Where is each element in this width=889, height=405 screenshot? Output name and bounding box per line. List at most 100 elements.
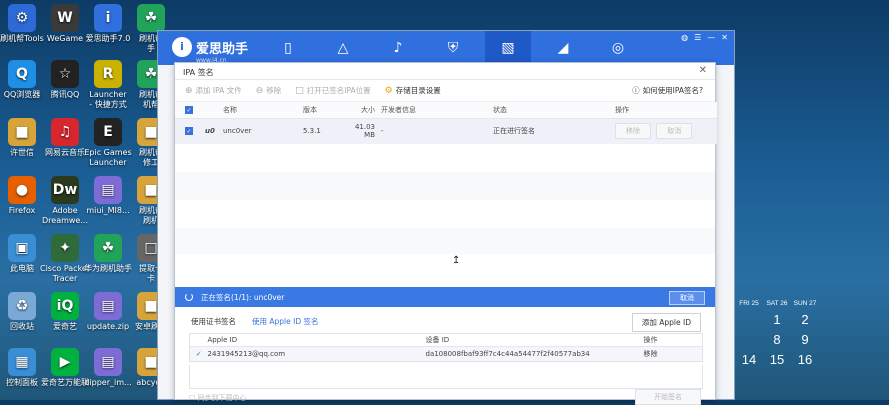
thispc-icon: ▣	[8, 234, 36, 262]
col-appleid: Apple ID	[207, 333, 426, 347]
col-name[interactable]: 名称	[223, 102, 303, 119]
ringtone-icon[interactable]: ♪	[375, 31, 421, 65]
netease-icon: ♫	[51, 118, 79, 146]
epic-icon: E	[94, 118, 122, 146]
cisco-icon: ✦	[51, 234, 79, 262]
cal-date[interactable]: 2	[791, 312, 819, 327]
acct-check-header	[189, 333, 208, 347]
sync-label: 同步到下载中心	[197, 394, 247, 402]
cal-date[interactable]: 8	[763, 332, 791, 347]
calendar-header: FRI 25 SAT 26 SUN 27	[735, 300, 889, 307]
row-cancel-button[interactable]: 取消	[656, 123, 693, 140]
row-checkbox[interactable]: ✓	[185, 127, 193, 136]
cal-date[interactable]: 15	[763, 352, 791, 367]
help-label: 如何使用IPA签名?	[642, 86, 703, 95]
appleid-table-empty	[189, 365, 703, 389]
calendar-widget: FRI 25 SAT 26 SUN 27 1 2 8 9 14 15 16	[735, 300, 889, 400]
recycle-icon: ♻	[8, 292, 36, 320]
close-window-icon[interactable]: ✕	[721, 33, 728, 42]
col-developer[interactable]: 开发者信息	[381, 102, 493, 119]
icon-header	[205, 102, 223, 119]
col-action: 操作	[615, 102, 717, 119]
sync-checkbox[interactable]: ☐ 同步到下载中心	[189, 393, 247, 403]
phone-icon[interactable]: ▯	[265, 31, 311, 65]
minimize-icon[interactable]: —	[707, 33, 715, 42]
graduation-icon[interactable]: ◢	[540, 31, 586, 65]
cal-date[interactable]: 9	[791, 332, 819, 347]
dipper-icon: ▤	[94, 348, 122, 376]
check-icon[interactable]: ✓	[189, 346, 208, 362]
add-ipa-label: 添加 IPA 文件	[195, 86, 242, 95]
sign-method-tabs: 使用证书签名 使用 Apple ID 签名	[191, 316, 319, 327]
remove-button[interactable]: ⊖ 移除	[256, 85, 282, 96]
help-link[interactable]: ⓘ 如何使用IPA签名?	[632, 85, 703, 96]
tools-icon: ⚙	[8, 4, 36, 32]
mouse-cursor-icon: ↥	[452, 255, 461, 266]
dialog-toolbar: ⊕ 添加 IPA 文件 ⊖ 移除 □ 打开已签名IPA位置 ⚙ 存储目录设置 ⓘ…	[175, 80, 715, 102]
table-row[interactable]: ✓ 2431945213@qq.com da108008fbaf93ff7c4c…	[189, 346, 703, 362]
toolbox-icon[interactable]: ▧	[485, 31, 531, 65]
row-actions: 移除 取消	[615, 118, 717, 144]
app-icon: u0	[205, 118, 223, 144]
select-all-cell[interactable]: ✓	[175, 102, 205, 119]
cal-date[interactable]: 1	[763, 312, 791, 327]
skin-icon[interactable]: ◍	[681, 33, 688, 42]
tab-cert-sign[interactable]: 使用证书签名	[191, 316, 236, 327]
open-signed-folder-button[interactable]: □ 打开已签名IPA位置	[295, 85, 370, 96]
gear-icon: ⚙	[384, 85, 393, 96]
control-icon: ▦	[8, 348, 36, 376]
file-name: unc0ver	[223, 118, 303, 144]
col-size[interactable]: 大小	[351, 102, 381, 119]
open-folder-label: 打开已签名IPA位置	[306, 86, 371, 95]
col-acct-action: 操作	[643, 333, 703, 347]
window-controls[interactable]: ◍ ☰ — ✕	[681, 33, 728, 42]
select-all-checkbox[interactable]: ✓	[185, 105, 193, 114]
ipa-sign-dialog: IPA 签名 ✕ ⊕ 添加 IPA 文件 ⊖ 移除 □ 打开已签名IPA位置 ⚙…	[174, 62, 717, 405]
col-version[interactable]: 版本	[303, 102, 351, 119]
file-version: 5.3.1	[303, 118, 351, 144]
add-appleid-button[interactable]: 添加 Apple ID	[631, 313, 701, 332]
menu-icon[interactable]: ☰	[694, 33, 701, 42]
save-dir-label: 存储目录设置	[395, 86, 441, 95]
shield-icon[interactable]: ⛨	[430, 31, 476, 65]
acct-remove-button[interactable]: 移除	[643, 346, 703, 362]
app-logo: i 爱思助手 www.i4.cn	[172, 37, 249, 64]
signing-status-bar: 正在签名(1/1): unc0ver 取消	[175, 287, 715, 307]
status-cancel-button[interactable]: 取消	[669, 291, 705, 305]
spinner-icon	[185, 293, 193, 301]
qqbrowser-icon: Q	[8, 60, 36, 88]
plus-icon: ⊕	[185, 85, 193, 96]
updatezip-icon: ▤	[94, 292, 122, 320]
start-sign-button[interactable]: 开始签名	[635, 389, 701, 405]
file-developer: -	[381, 118, 493, 144]
calendar-row: 14 15 16	[735, 352, 889, 367]
cal-day-sun: SUN 27	[793, 300, 817, 307]
row-select-cell[interactable]: ✓	[175, 118, 205, 144]
cal-day-fri: FRI 25	[739, 300, 759, 307]
col-device-id: 设备 ID	[425, 333, 644, 347]
remove-label: 移除	[266, 86, 282, 95]
tab-appleid-sign[interactable]: 使用 Apple ID 签名	[252, 316, 319, 327]
add-ipa-button[interactable]: ⊕ 添加 IPA 文件	[185, 85, 242, 96]
xushixin-icon: ■	[8, 118, 36, 146]
launcher-icon: R	[94, 60, 122, 88]
cal-date[interactable]: 14	[735, 352, 763, 367]
appstore-icon[interactable]: △	[320, 31, 366, 65]
file-size: 41.03 MB	[351, 118, 381, 144]
acct-header: Apple ID 设备 ID 操作	[189, 333, 703, 347]
iqiyi-wanneng-icon: ▶	[51, 348, 79, 376]
close-icon[interactable]: ✕	[699, 65, 707, 76]
compass-icon[interactable]: ◎	[595, 31, 641, 65]
file-status: 正在进行签名	[493, 118, 615, 144]
save-dir-button[interactable]: ⚙ 存储目录设置	[385, 85, 441, 96]
cal-date[interactable]: 16	[791, 352, 819, 367]
col-status[interactable]: 状态	[493, 102, 615, 119]
app-top-bar: i 爱思助手 www.i4.cn ◍ ☰ — ✕ ▯ △ ♪ ⛨ ▧ ◢ ◎	[158, 31, 734, 65]
checkbox-icon: ☐	[189, 394, 196, 402]
table-row[interactable]: ✓ u0 unc0ver 5.3.1 41.03 MB - 正在进行签名 移除 …	[175, 118, 717, 144]
appleid-table: Apple ID 设备 ID 操作 ✓ 2431945213@qq.com da…	[189, 333, 703, 362]
calendar-row: 1 2	[735, 312, 889, 327]
row-remove-button[interactable]: 移除	[615, 123, 651, 140]
app-brand: 爱思助手	[196, 41, 249, 57]
question-icon: ⓘ	[632, 86, 640, 95]
